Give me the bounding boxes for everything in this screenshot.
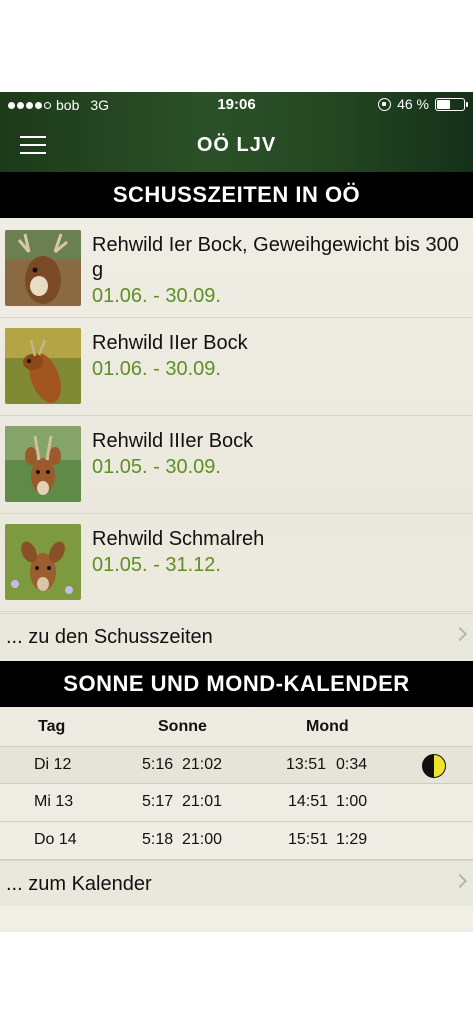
hunting-item-title: Rehwild IIIer Bock	[92, 430, 254, 452]
calendar-day: Do 14	[34, 831, 77, 848]
hunting-season-item[interactable]: Rehwild IIer Bock 01.06. - 30.09.	[0, 318, 473, 416]
roe-buck-photo	[5, 426, 81, 502]
hunting-item-dates: 01.06. - 30.09.	[92, 358, 221, 380]
moonset-time: 0:34	[336, 756, 368, 773]
chevron-right-icon	[452, 626, 468, 642]
status-right: 46 %	[378, 96, 468, 112]
status-bar: bob 3G 19:06 46 %	[0, 92, 473, 118]
app-screen: bob 3G 19:06 46 % OÖ LJV SCHUSSZEITEN IN…	[0, 92, 473, 932]
hunting-item-title: Rehwild Schmalreh	[92, 528, 265, 550]
moonrise-time: 13:51	[286, 756, 327, 773]
calendar-link-label: ... zum Kalender	[6, 873, 152, 895]
battery-icon	[435, 97, 468, 111]
half-moon-icon	[422, 754, 446, 778]
moonset-time: 1:29	[336, 831, 368, 848]
nav-bar: OÖ LJV	[0, 124, 473, 172]
hunting-seasons-header: SCHUSSZEITEN IN OÖ	[0, 172, 473, 218]
calendar-column-headers: Tag Sonne Mond	[0, 709, 473, 745]
calendar-day: Mi 13	[34, 793, 74, 810]
sunrise-time: 5:17	[142, 793, 174, 810]
calendar-day: Di 12	[34, 756, 72, 773]
calendar-link[interactable]: ... zum Kalender	[0, 860, 473, 906]
sunset-time: 21:02	[182, 756, 223, 773]
roe-buck-photo	[5, 230, 81, 306]
roe-buck-photo	[5, 328, 81, 404]
hunting-season-item[interactable]: Rehwild IIIer Bock 01.05. - 30.09.	[0, 416, 473, 514]
hunting-item-title: Rehwild IIer Bock	[92, 332, 248, 354]
sunrise-time: 5:18	[142, 831, 174, 848]
calendar-row: Mi 13 5:17 21:01 14:51 1:00	[0, 784, 473, 822]
battery-percent: 46 %	[397, 96, 429, 112]
moonset-time: 1:00	[336, 793, 368, 810]
app-title: OÖ LJV	[196, 134, 277, 156]
hunting-item-title: Rehwild Ier Bock, Geweihgewicht bis 300 …	[92, 234, 459, 281]
hunting-seasons-link[interactable]: ... zu den Schusszeiten	[0, 613, 473, 659]
sunrise-time: 5:16	[142, 756, 174, 773]
column-moon: Mond	[306, 718, 349, 735]
chevron-right-icon	[452, 873, 468, 889]
hunting-seasons-link-label: ... zu den Schusszeiten	[6, 626, 213, 648]
moonrise-time: 15:51	[288, 831, 329, 848]
hunting-season-item[interactable]: Rehwild Schmalreh 01.05. - 31.12.	[0, 514, 473, 612]
rotation-lock-icon	[378, 97, 392, 111]
column-day: Tag	[38, 718, 66, 735]
hunting-item-dates: 01.05. - 31.12.	[92, 554, 221, 576]
sunset-time: 21:01	[182, 793, 223, 810]
top-bar: bob 3G 19:06 46 % OÖ LJV	[0, 92, 473, 172]
column-sun: Sonne	[158, 718, 207, 735]
hunting-item-dates: 01.06. - 30.09.	[92, 285, 221, 307]
calendar-row: Di 12 5:16 21:02 13:51 0:34	[0, 746, 473, 784]
hunting-season-item[interactable]: Rehwild Ier Bock, Geweihgewicht bis 300 …	[0, 220, 473, 318]
moonrise-time: 14:51	[288, 793, 329, 810]
sun-moon-calendar-header: SONNE UND MOND-KALENDER	[0, 661, 473, 707]
hunting-item-dates: 01.05. - 30.09.	[92, 456, 221, 478]
sunset-time: 21:00	[182, 831, 223, 848]
roe-doe-photo	[5, 524, 81, 600]
calendar-row: Do 14 5:18 21:00 15:51 1:29	[0, 822, 473, 860]
